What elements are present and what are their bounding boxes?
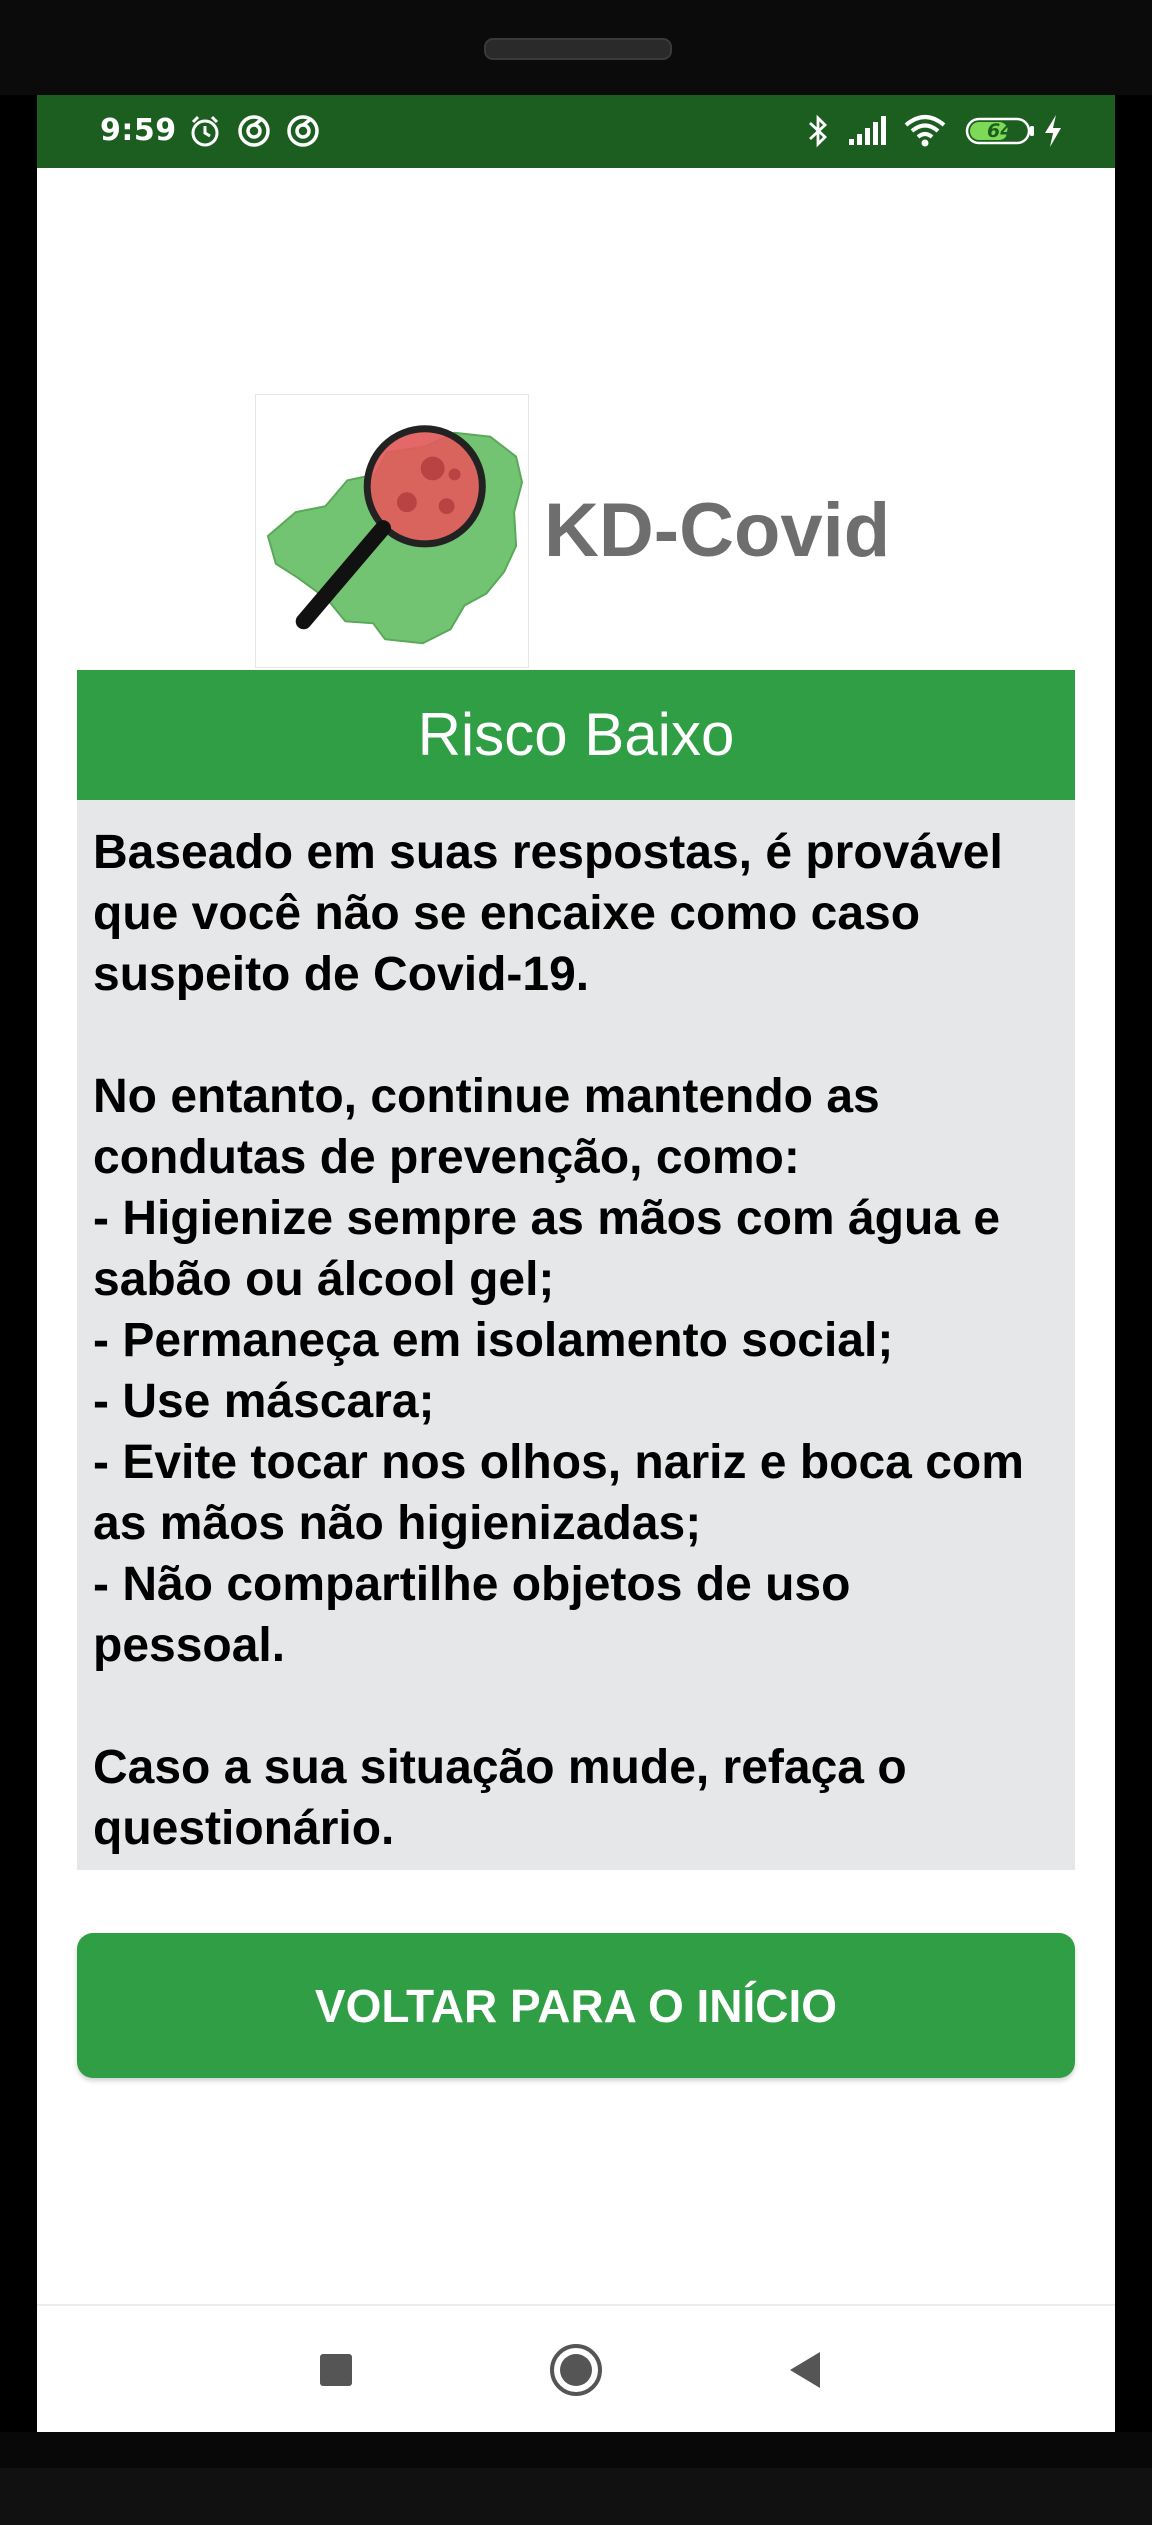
recents-square-icon[interactable] [308, 2342, 364, 2398]
device-bezel-bottom [0, 2432, 1152, 2525]
phone-screen: 9:59 64 KD-Covid Risco Baixo Baseado em … [37, 95, 1115, 2432]
sync-icon [285, 113, 321, 149]
battery-level: 64 [987, 120, 1014, 142]
sync-icon [236, 113, 272, 149]
charging-icon [1041, 113, 1065, 149]
risk-level-title: Risco Baixo [77, 670, 1075, 800]
earpiece-speaker [484, 38, 672, 60]
battery-icon: 64 [965, 113, 1037, 149]
app-title: KD-Covid [544, 488, 891, 573]
device-bezel-top [0, 0, 1152, 95]
advice-paragraph: No entanto, continue mantendo as conduta… [93, 1070, 1024, 1672]
app-logo [255, 394, 529, 668]
bluetooth-icon [805, 113, 831, 149]
status-time: 9:59 [100, 113, 177, 148]
device-chin [0, 2468, 1152, 2525]
back-triangle-icon[interactable] [778, 2342, 834, 2398]
status-bar: 9:59 64 [37, 95, 1115, 168]
result-message: Baseado em suas respostas, é provável qu… [77, 800, 1075, 1870]
back-to-start-button[interactable]: VOLTAR PARA O INÍCIO [77, 1933, 1075, 2078]
system-navigation-bar [37, 2306, 1115, 2432]
wifi-icon [903, 113, 947, 149]
signal-icon [847, 113, 887, 149]
alarm-icon [187, 113, 223, 149]
home-circle-icon[interactable] [548, 2342, 604, 2398]
intro-paragraph: Baseado em suas respostas, é provável qu… [93, 826, 1003, 1001]
closing-paragraph: Caso a sua situação mude, refaça o quest… [93, 1741, 907, 1855]
minas-gerais-magnifier-icon [266, 425, 524, 645]
